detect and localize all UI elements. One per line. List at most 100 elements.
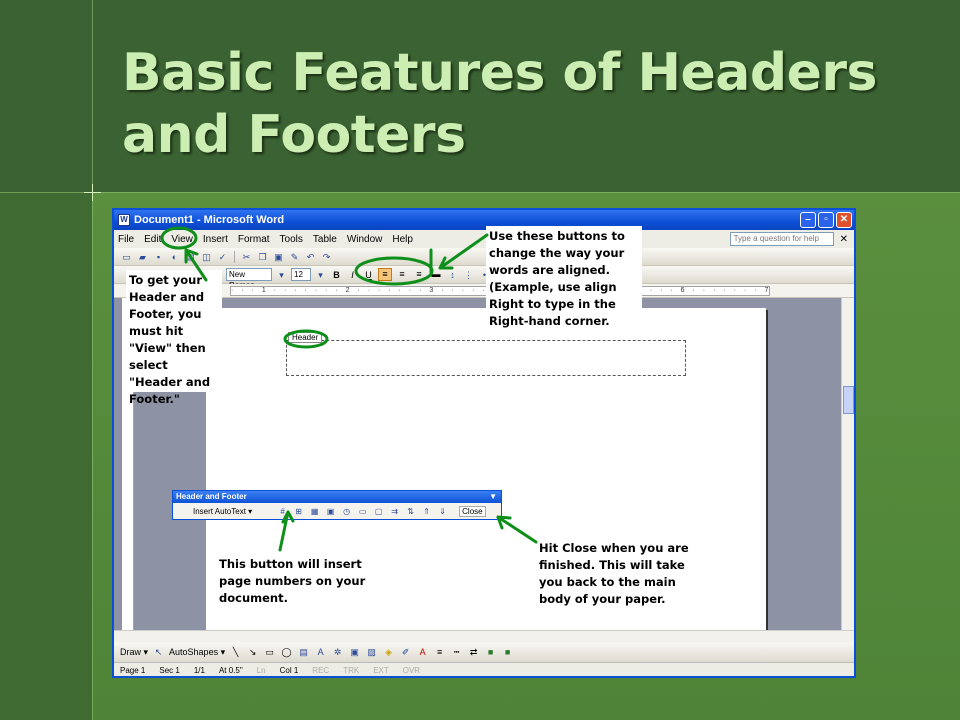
insert-autotext-button[interactable]: Insert AutoText ▾ (193, 507, 252, 516)
close-window-icon[interactable]: ✕ (836, 212, 852, 228)
spelling-icon[interactable]: ✓ (216, 251, 229, 263)
fill-color-icon[interactable]: ◈ (382, 646, 395, 658)
font-color-icon[interactable]: A (416, 646, 429, 658)
slide-title: Basic Features of Headers and Footers (122, 42, 922, 166)
vertical-scrollbar[interactable] (841, 298, 854, 630)
help-search-input[interactable]: Type a question for help (729, 232, 834, 246)
note-page-numbers: This button will insert page numbers on … (219, 557, 366, 605)
save-icon[interactable]: ▪ (152, 251, 165, 263)
status-section: Sec 1 (159, 666, 180, 675)
menu-edit[interactable]: Edit (144, 234, 161, 245)
window-controls: – ▫ ✕ (800, 212, 852, 228)
status-trk[interactable]: TRK (343, 666, 359, 675)
3d-style-icon[interactable]: ■ (501, 646, 514, 658)
status-bar: Page 1 Sec 1 1/1 At 0.5" Ln Col 1 REC TR… (114, 662, 854, 676)
slide-background-left (0, 192, 92, 720)
status-ext[interactable]: EXT (373, 666, 389, 675)
slide-title-line-1: Basic Features of Headers (122, 43, 877, 103)
header-region[interactable] (286, 340, 686, 376)
insert-time-icon[interactable]: ◷ (341, 506, 352, 517)
same-as-previous-icon[interactable]: ⇉ (389, 506, 400, 517)
wordart-icon[interactable]: A (314, 646, 327, 658)
status-column: Col 1 (279, 666, 299, 675)
select-objects-icon[interactable]: ↖ (152, 646, 165, 658)
header-footer-title-text: Header and Footer (176, 492, 247, 501)
copy-icon[interactable]: ❐ (256, 251, 269, 263)
chevron-down-icon[interactable]: ▾ (314, 269, 327, 281)
align-right-icon[interactable]: ≡ (412, 268, 426, 281)
bold-icon[interactable]: B (330, 269, 343, 281)
drawing-toolbar: Draw ▾ ↖ AutoShapes ▾ ╲ ↘ ▭ ◯ ▤ A ✲ ▣ ▨ … (114, 642, 854, 662)
menu-tools[interactable]: Tools (280, 234, 303, 245)
numbering-icon[interactable]: ⋮ (462, 269, 475, 281)
paste-icon[interactable]: ▣ (272, 251, 285, 263)
text-box-icon[interactable]: ▤ (297, 646, 310, 658)
scroll-thumb[interactable] (843, 386, 854, 414)
show-next-icon[interactable]: ⇓ (437, 506, 448, 517)
autoshapes-menu-button[interactable]: AutoShapes ▾ (169, 647, 225, 658)
line-spacing-icon[interactable]: ↕ (446, 269, 459, 281)
formatting-toolbar: New Roman ▾ 12 ▾ B I U ≡ ≡ ≡ ▬ ↕ ⋮ • (114, 266, 854, 290)
menu-insert[interactable]: Insert (203, 234, 228, 245)
horizontal-scrollbar[interactable] (114, 630, 854, 642)
menu-table[interactable]: Table (313, 234, 337, 245)
insert-date-icon[interactable]: ▣ (325, 506, 336, 517)
chevron-down-icon[interactable]: ▾ (275, 269, 288, 281)
format-page-number-icon[interactable]: ▦ (309, 506, 320, 517)
insert-number-of-pages-icon[interactable]: ⊞ (293, 506, 304, 517)
show-previous-icon[interactable]: ⇑ (421, 506, 432, 517)
menu-format[interactable]: Format (238, 234, 270, 245)
page-setup-icon[interactable]: ▭ (357, 506, 368, 517)
new-document-icon[interactable]: ▭ (120, 251, 133, 263)
diagram-icon[interactable]: ✲ (331, 646, 344, 658)
insert-page-number-icon[interactable]: # (277, 506, 288, 517)
print-icon[interactable]: ▤ (184, 251, 197, 263)
header-footer-toolbar-title[interactable]: Header and Footer ▼ (173, 491, 501, 503)
picture-icon[interactable]: ▨ (365, 646, 378, 658)
underline-icon[interactable]: U (362, 269, 375, 281)
dash-style-icon[interactable]: ┅ (450, 646, 463, 658)
line-icon[interactable]: ╲ (229, 646, 242, 658)
arrow-style-icon[interactable]: ⇄ (467, 646, 480, 658)
horizontal-ruler: · · · 1 · · · · · · · 2 · · · · · · · 3 … (114, 284, 854, 298)
cut-icon[interactable]: ✂ (240, 251, 253, 263)
status-ovr[interactable]: OVR (403, 666, 420, 675)
close-header-footer-button[interactable]: Close (459, 505, 486, 517)
show-hide-text-icon[interactable]: ▢ (373, 506, 384, 517)
menu-file[interactable]: File (118, 234, 134, 245)
align-left-icon[interactable]: ≡ (378, 268, 392, 281)
window-title: Document1 - Microsoft Word (134, 214, 285, 226)
standard-toolbar: ▭ ▰ ▪ ◐ ▤ ◫ ✓ ✂ ❐ ▣ ✎ ↶ ↷ (114, 248, 854, 266)
line-color-icon[interactable]: ✐ (399, 646, 412, 658)
menu-view[interactable]: View (171, 234, 193, 245)
redo-icon[interactable]: ↷ (320, 251, 333, 263)
arrow-icon[interactable]: ↘ (246, 646, 259, 658)
line-style-icon[interactable]: ≡ (433, 646, 446, 658)
clipart-icon[interactable]: ▣ (348, 646, 361, 658)
format-painter-icon[interactable]: ✎ (288, 251, 301, 263)
draw-menu-button[interactable]: Draw ▾ (120, 647, 148, 658)
header-footer-toolbar-row: Insert AutoText ▾ # ⊞ ▦ ▣ ◷ ▭ ▢ ⇉ ⇅ ⇑ ⇓ … (173, 503, 501, 519)
menu-help[interactable]: Help (392, 234, 413, 245)
slide-title-line-2: and Footers (122, 105, 466, 165)
permission-icon[interactable]: ◐ (168, 251, 181, 263)
status-line: Ln (256, 666, 266, 675)
print-preview-icon[interactable]: ◫ (200, 251, 213, 263)
menu-window[interactable]: Window (347, 234, 383, 245)
align-center-icon[interactable]: ≡ (395, 268, 409, 281)
open-folder-icon[interactable]: ▰ (136, 251, 149, 263)
chevron-down-icon[interactable]: ▼ (489, 491, 497, 503)
rectangle-icon[interactable]: ▭ (263, 646, 276, 658)
font-size-select[interactable]: 12 (291, 268, 311, 281)
shadow-style-icon[interactable]: ■ (484, 646, 497, 658)
justify-icon[interactable]: ▬ (429, 268, 443, 281)
restore-icon[interactable]: ▫ (818, 212, 834, 228)
status-rec[interactable]: REC (312, 666, 329, 675)
close-document-icon[interactable]: ✕ (840, 234, 848, 245)
italic-icon[interactable]: I (346, 269, 359, 281)
switch-header-footer-icon[interactable]: ⇅ (405, 506, 416, 517)
undo-icon[interactable]: ↶ (304, 251, 317, 263)
minimize-icon[interactable]: – (800, 212, 816, 228)
oval-icon[interactable]: ◯ (280, 646, 293, 658)
font-name-select[interactable]: New Roman (226, 268, 272, 290)
